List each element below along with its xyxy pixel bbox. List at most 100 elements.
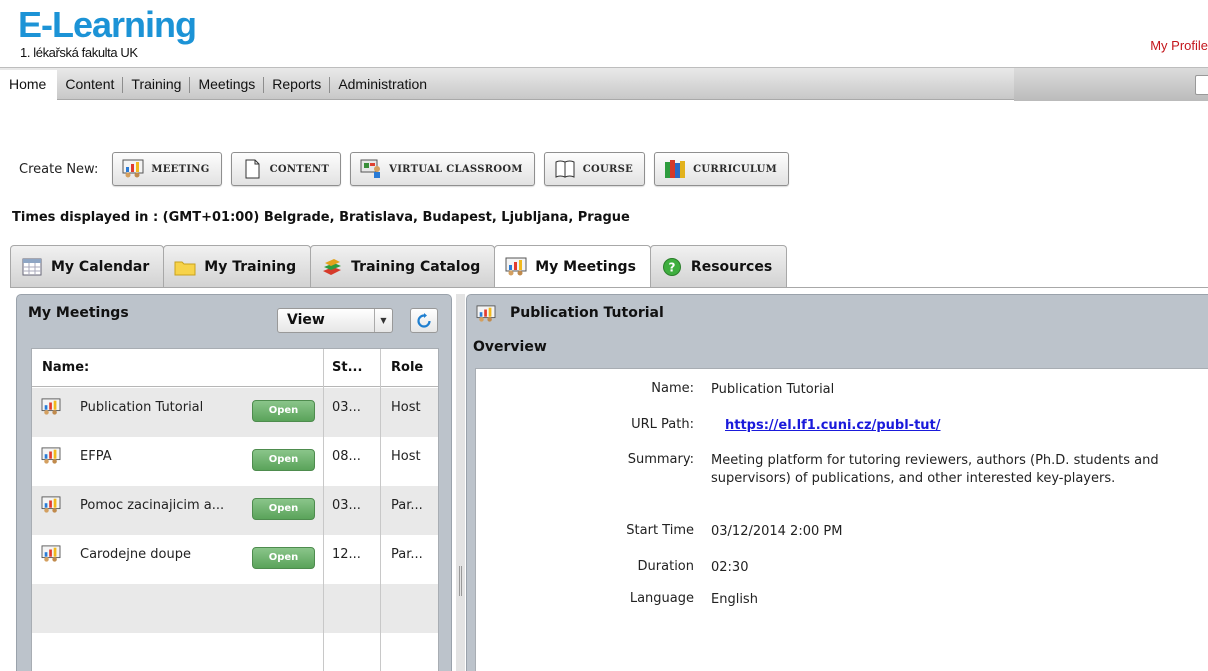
url-path-link[interactable]: https://el.lf1.cuni.cz/publ-tut/ <box>725 418 941 433</box>
detail-value: Meeting platform for tutoring reviewers,… <box>711 453 1159 486</box>
create-meeting-button[interactable]: MEETING <box>112 152 222 186</box>
overview-heading: Overview <box>473 339 547 355</box>
nav-item-administration[interactable]: Administration <box>330 68 435 101</box>
nav-item-home[interactable]: Home <box>0 70 58 101</box>
my-meetings-panel: My Meetings View ▼ Name: St... Role Publ… <box>16 294 452 671</box>
meeting-icon <box>41 496 61 513</box>
meetings-table: Name: St... Role Publication Tutorial Op… <box>31 348 439 671</box>
refresh-button[interactable] <box>410 308 438 333</box>
meeting-name[interactable]: Pomoc zacinajicim a... <box>80 486 224 526</box>
open-button[interactable]: Open <box>252 547 315 569</box>
column-divider <box>380 349 381 671</box>
create-curriculum-label: CURRICULUM <box>693 163 778 175</box>
logo-title: E-Learning <box>18 4 197 45</box>
table-row[interactable]: Pomoc zacinajicim a... Open 03... Par... <box>32 486 438 535</box>
meeting-start: 03... <box>332 400 361 415</box>
panel-splitter[interactable] <box>456 294 465 671</box>
meeting-role: Par... <box>391 498 423 513</box>
tab-my-calendar-label: My Calendar <box>51 258 150 275</box>
create-virtual-classroom-button[interactable]: VIRTUAL CLASSROOM <box>350 152 535 186</box>
create-curriculum-button[interactable]: CURRICULUM <box>654 152 790 186</box>
create-virtual-classroom-label: VIRTUAL CLASSROOM <box>389 163 523 175</box>
meeting-name[interactable]: Publication Tutorial <box>80 388 203 428</box>
meeting-icon <box>122 159 144 178</box>
nav-item-training[interactable]: Training <box>123 68 189 101</box>
create-meeting-label: MEETING <box>151 163 210 175</box>
tab-resources[interactable]: ? Resources <box>649 245 788 287</box>
empty-row <box>32 584 438 633</box>
column-header-start[interactable]: St... <box>332 349 362 387</box>
detail-value: Publication Tutorial <box>711 382 835 397</box>
calendar-icon <box>22 258 42 275</box>
tab-my-training[interactable]: My Training <box>163 245 312 287</box>
refresh-icon <box>417 312 431 328</box>
folder-icon <box>174 261 196 275</box>
tab-my-training-label: My Training <box>204 258 297 275</box>
detail-label: Summary: <box>627 452 694 467</box>
tab-my-calendar[interactable]: My Calendar <box>10 245 165 287</box>
table-header: Name: St... Role <box>32 349 438 387</box>
open-button[interactable]: Open <box>252 498 315 520</box>
table-row[interactable]: EFPA Open 08... Host <box>32 437 438 486</box>
tab-bar: My Calendar My Training Training Catalog… <box>10 245 788 288</box>
my-meetings-title: My Meetings <box>28 305 129 321</box>
books-stack-icon <box>323 258 342 275</box>
meeting-start: 03... <box>332 498 361 513</box>
main-nav: Home Content Training Meetings Reports A… <box>0 67 1208 101</box>
meeting-detail-panel: Publication Tutorial Overview Name: Publ… <box>466 294 1208 671</box>
app-root: E-Learning 1. lékařská fakulta UK My Pro… <box>0 0 1208 671</box>
nav-item-meetings[interactable]: Meetings <box>190 68 263 101</box>
overview-body: Name: Publication Tutorial URL Path: htt… <box>475 368 1208 671</box>
column-divider <box>323 349 324 671</box>
chevron-down-icon: ▼ <box>374 309 392 332</box>
detail-label: URL Path: <box>631 417 694 432</box>
meeting-icon <box>41 447 61 464</box>
nav-item-reports[interactable]: Reports <box>264 68 329 101</box>
tab-content: My Meetings View ▼ Name: St... Role Publ… <box>10 287 1208 671</box>
column-header-name[interactable]: Name: <box>42 349 89 387</box>
tab-resources-label: Resources <box>690 258 773 275</box>
open-button[interactable]: Open <box>252 400 315 422</box>
virtual-classroom-icon <box>360 159 381 178</box>
create-course-label: COURSE <box>582 163 634 175</box>
nav-item-content[interactable]: Content <box>57 68 122 101</box>
nav-right-area <box>1014 68 1208 101</box>
view-dropdown[interactable]: View ▼ <box>277 308 393 333</box>
logo[interactable]: E-Learning 1. lékařská fakulta UK <box>18 6 278 62</box>
meeting-icon <box>41 545 61 562</box>
meeting-start: 12... <box>332 547 361 562</box>
open-button[interactable]: Open <box>252 449 315 471</box>
document-icon <box>245 159 260 179</box>
table-row[interactable]: Publication Tutorial Open 03... Host <box>32 388 438 437</box>
detail-value: 03/12/2014 2:00 PM <box>711 524 843 539</box>
table-row[interactable]: Carodejne doupe Open 12... Par... <box>32 535 438 584</box>
detail-value: English <box>711 592 758 607</box>
detail-label: Duration <box>637 559 694 574</box>
create-new-label: Create New: <box>19 161 99 177</box>
search-input[interactable] <box>1195 75 1208 95</box>
create-content-button[interactable]: CONTENT <box>230 152 342 186</box>
create-course-button[interactable]: COURSE <box>543 152 646 186</box>
svg-text:?: ? <box>668 260 675 274</box>
meeting-icon <box>505 257 527 276</box>
my-profile-link[interactable]: My Profile <box>1138 38 1208 53</box>
meeting-icon <box>41 398 61 415</box>
meeting-role: Host <box>391 449 421 464</box>
meeting-detail-title: Publication Tutorial <box>510 305 664 321</box>
timezone-text: Times displayed in : (GMT+01:00) Belgrad… <box>12 210 630 225</box>
meeting-role: Par... <box>391 547 423 562</box>
meeting-name[interactable]: Carodejne doupe <box>80 535 191 575</box>
books-icon <box>665 160 686 178</box>
meeting-name[interactable]: EFPA <box>80 437 112 477</box>
create-new-toolbar: Create New: MEETING CONTENT VIRTUAL CLAS… <box>19 152 798 186</box>
view-dropdown-value: View <box>287 312 325 328</box>
tab-training-catalog-label: Training Catalog <box>351 258 481 275</box>
detail-label: Language <box>629 591 694 606</box>
column-header-role[interactable]: Role <box>391 349 423 387</box>
detail-label: Name: <box>651 381 694 396</box>
tab-training-catalog[interactable]: Training Catalog <box>310 245 496 287</box>
book-icon <box>555 160 575 178</box>
meeting-role: Host <box>391 400 421 415</box>
splitter-grip[interactable] <box>459 566 462 596</box>
tab-my-meetings[interactable]: My Meetings <box>494 245 651 288</box>
